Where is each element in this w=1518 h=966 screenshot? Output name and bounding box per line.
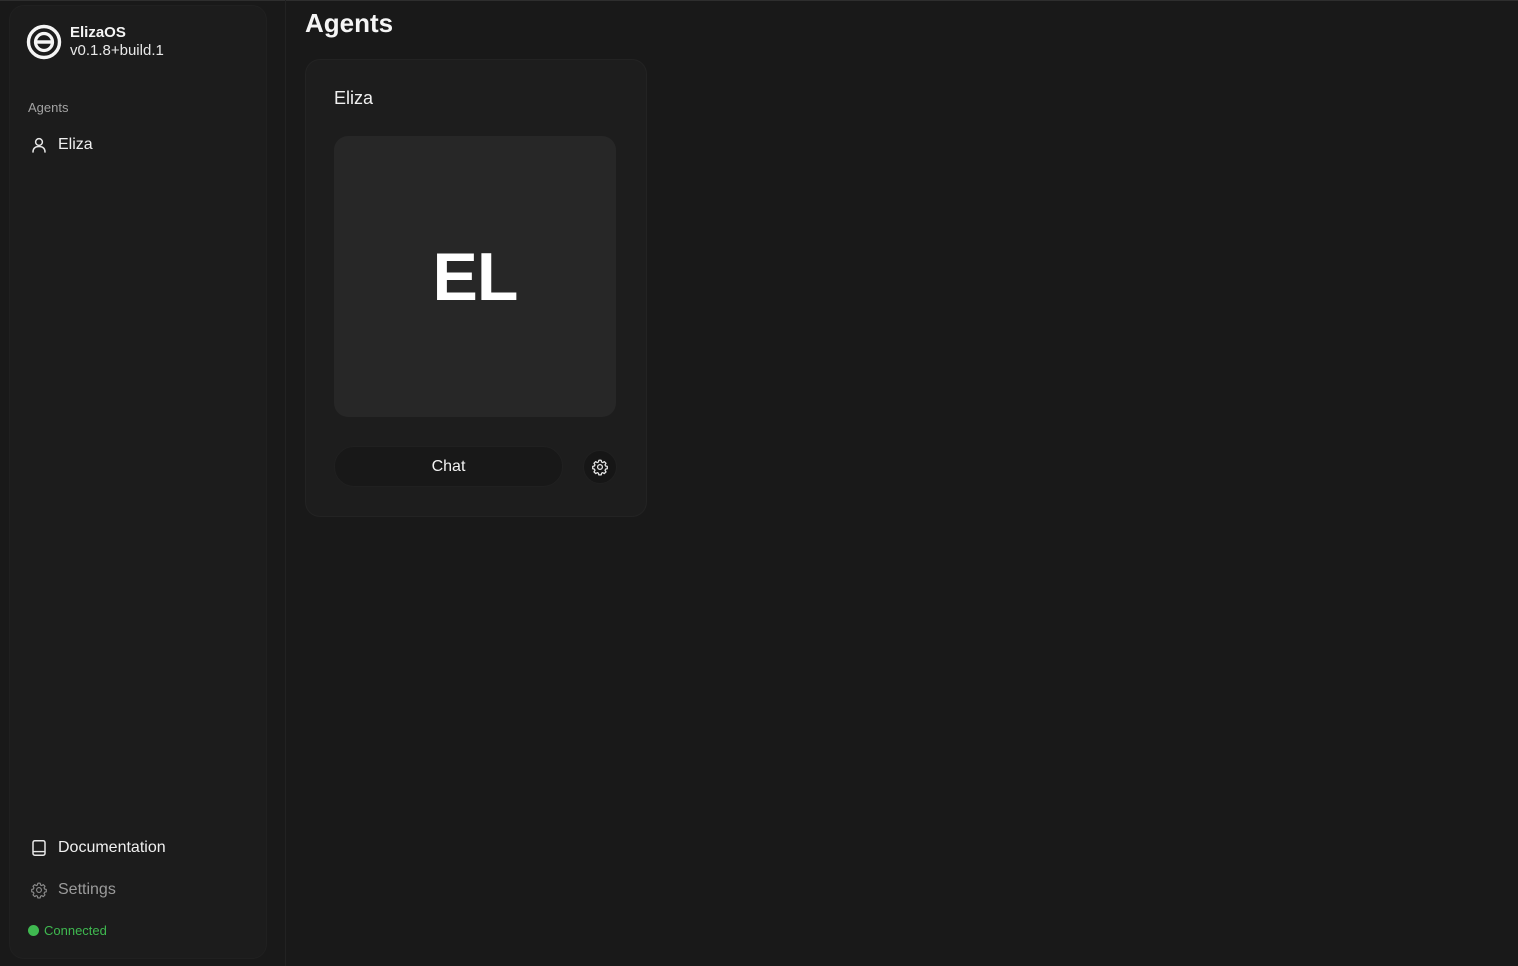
status-dot bbox=[28, 925, 39, 936]
app-window: ElizaOS v0.1.8+build.1 Agents Eliza Docu… bbox=[0, 0, 1518, 966]
eliza-logo-icon bbox=[26, 24, 62, 60]
settings-label: Settings bbox=[58, 881, 116, 898]
book-icon bbox=[30, 839, 48, 857]
brand-version: v0.1.8+build.1 bbox=[70, 42, 164, 59]
user-icon bbox=[30, 136, 48, 154]
sidebar-item-eliza[interactable]: Eliza bbox=[24, 130, 99, 160]
brand[interactable]: ElizaOS v0.1.8+build.1 bbox=[26, 24, 164, 60]
connection-status: Connected bbox=[28, 923, 107, 938]
sidebar: ElizaOS v0.1.8+build.1 Agents Eliza Docu… bbox=[10, 6, 266, 958]
gear-icon bbox=[30, 881, 48, 899]
brand-name: ElizaOS bbox=[70, 24, 126, 41]
sidebar-divider bbox=[285, 0, 286, 966]
agents-section-label: Agents bbox=[28, 100, 69, 115]
sidebar-item-label: Eliza bbox=[58, 136, 93, 153]
agent-settings-button[interactable] bbox=[583, 450, 617, 484]
agent-card-title: Eliza bbox=[334, 88, 374, 108]
documentation-label: Documentation bbox=[58, 839, 166, 856]
page-title: Agents bbox=[305, 8, 394, 38]
documentation-link[interactable]: Documentation bbox=[24, 833, 172, 863]
avatar-initials: EL bbox=[432, 238, 519, 315]
chat-button[interactable]: Chat bbox=[334, 446, 563, 487]
brand-text: ElizaOS v0.1.8+build.1 bbox=[70, 24, 164, 60]
agent-card: Eliza EL Chat bbox=[306, 60, 646, 516]
status-text: Connected bbox=[44, 923, 107, 938]
agent-avatar: EL bbox=[334, 136, 616, 417]
top-border bbox=[0, 0, 1518, 1]
settings-link[interactable]: Settings bbox=[24, 875, 122, 905]
gear-icon bbox=[592, 459, 608, 476]
